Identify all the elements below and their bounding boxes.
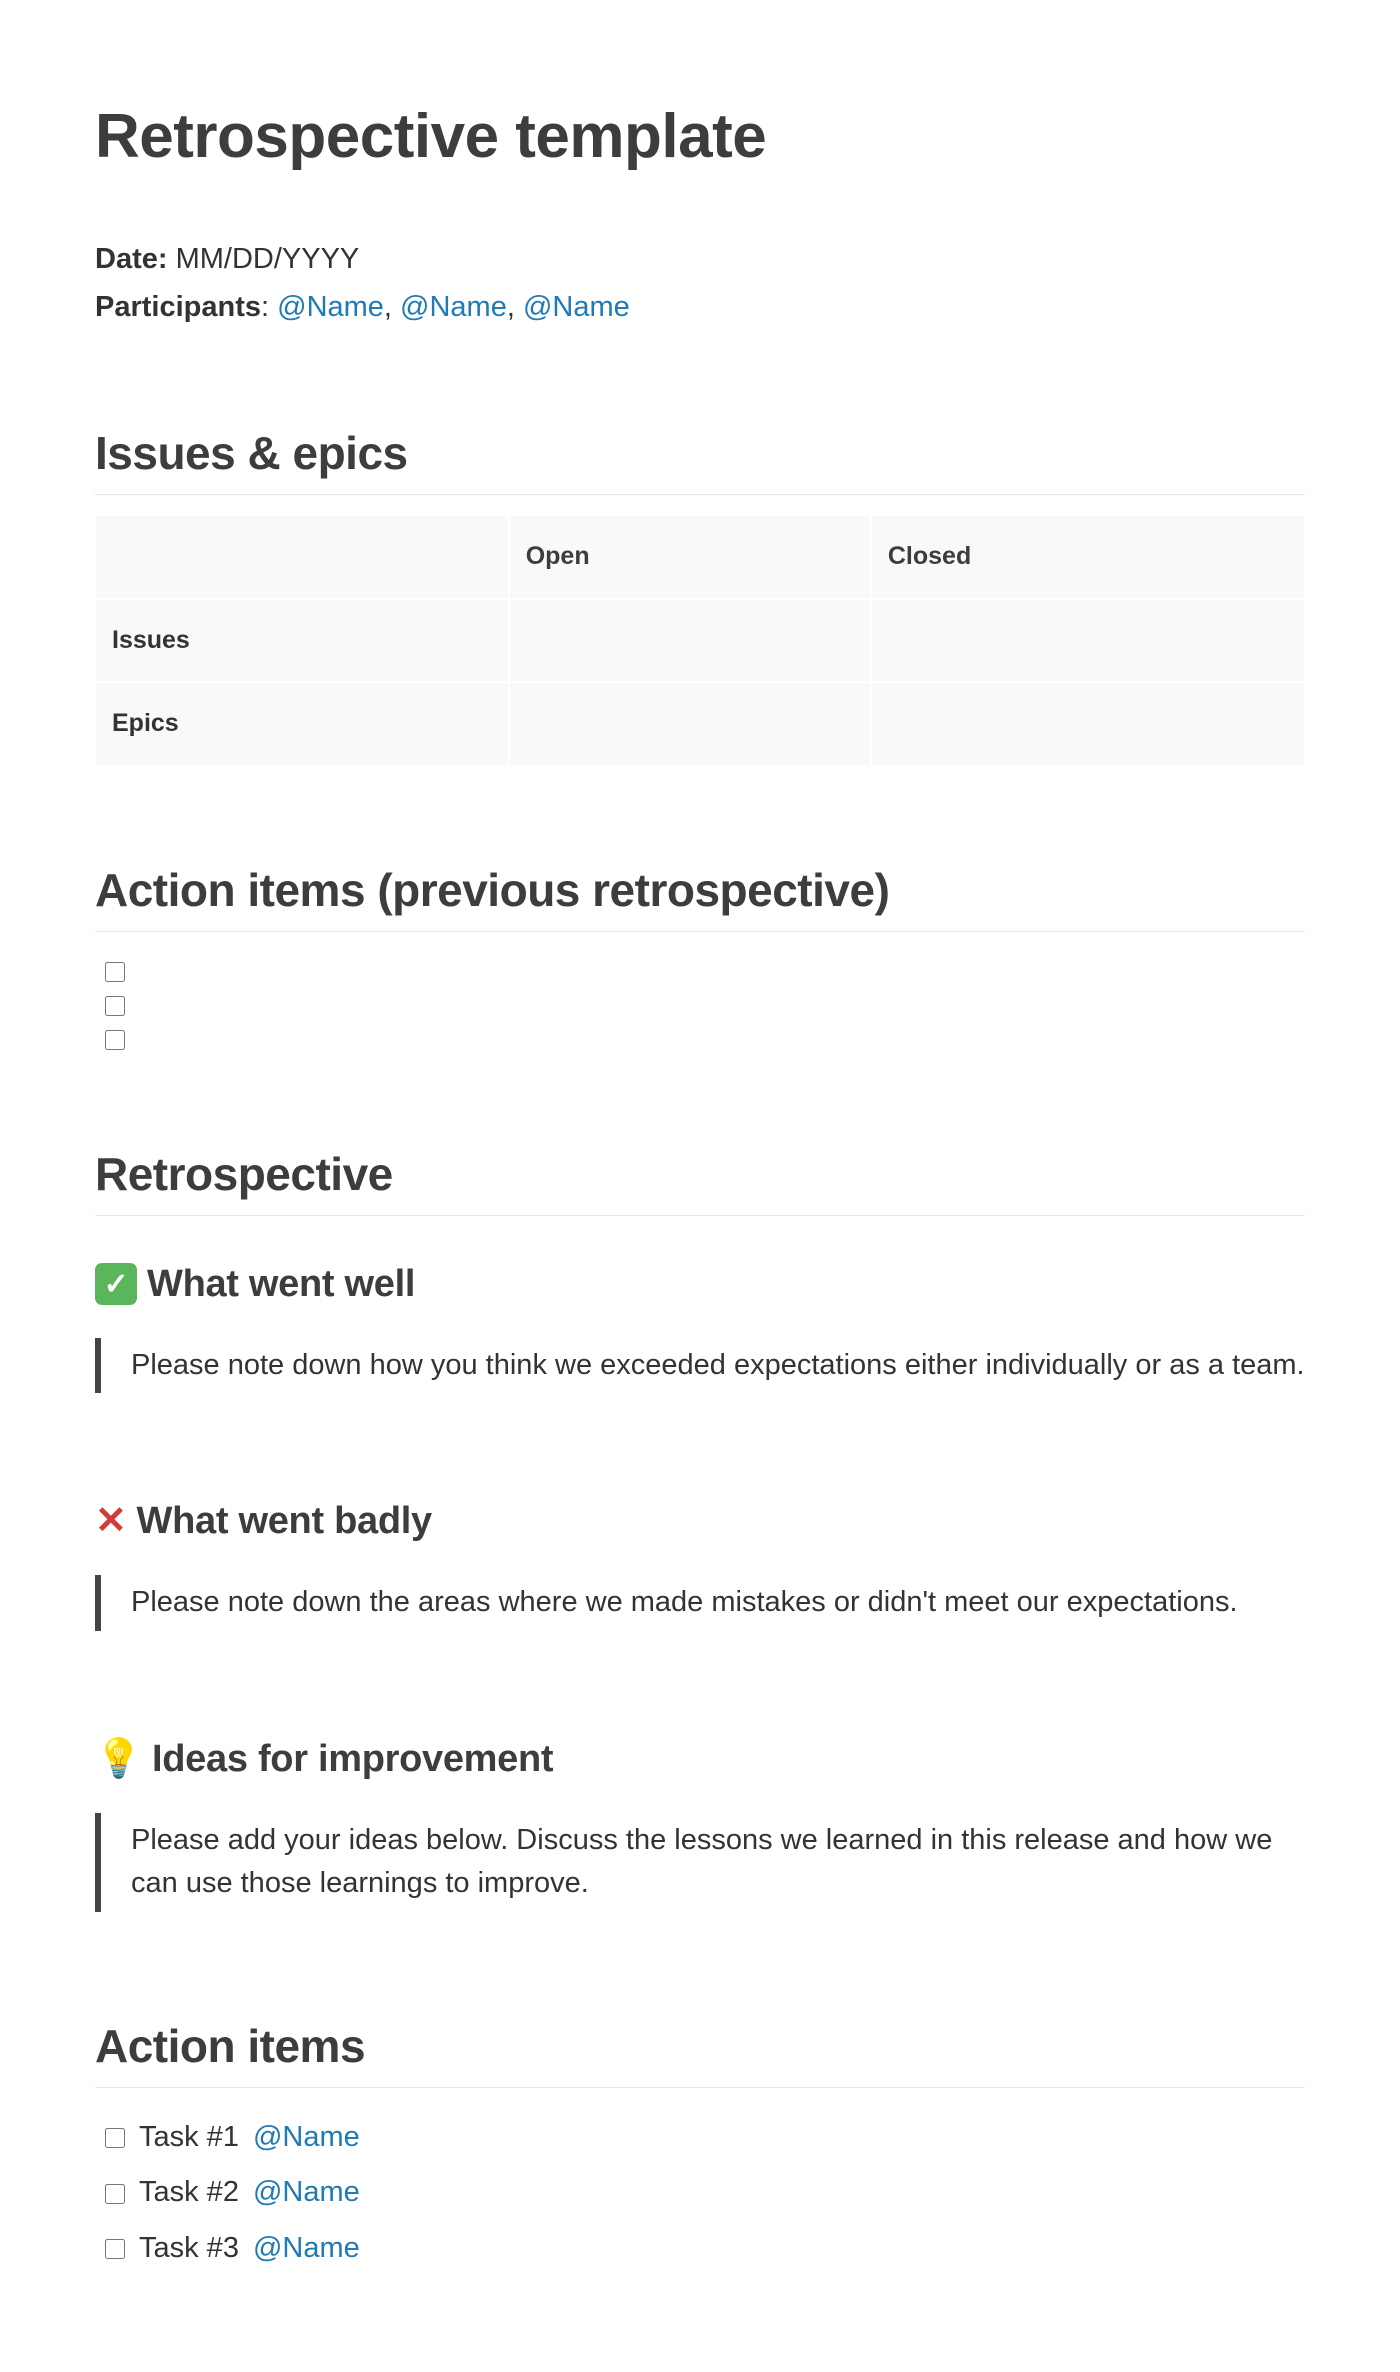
table-cell[interactable] [509,599,871,683]
table-row: Issues [95,599,1305,683]
page-title: Retrospective template [95,90,1305,183]
task-item [105,1028,1305,1050]
task-text: Task #3 [139,2227,239,2271]
went-well-note: Please note down how you think we exceed… [95,1338,1305,1394]
went-badly-note: Please note down the areas where we made… [95,1575,1305,1631]
task-checkbox[interactable] [105,2184,125,2204]
participant-mention[interactable]: @Name [523,291,630,323]
prev-actions-list [95,960,1305,1050]
task-checkbox[interactable] [105,2239,125,2259]
task-item: Task #3 @Name [105,2227,1305,2271]
action-items-list: Task #1 @Name Task #2 @Name Task #3 @Nam… [95,2116,1305,2271]
task-item: Task #2 @Name [105,2171,1305,2215]
task-mention[interactable]: @Name [253,2116,360,2160]
ideas-section: 💡 Ideas for improvement Please add your … [95,1731,1305,1912]
bulb-icon: 💡 [95,1731,142,1788]
task-item [105,960,1305,982]
table-cell[interactable] [871,599,1305,683]
table-header-closed: Closed [871,515,1305,599]
task-text: Task #1 [139,2116,239,2160]
task-mention[interactable]: @Name [253,2227,360,2271]
went-badly-heading: ✕ What went badly [95,1493,1305,1550]
ideas-text: Ideas for improvement [152,1731,553,1788]
prev-actions-heading: Action items (previous retrospective) [95,856,1305,932]
date-value: MM/DD/YYYY [176,243,360,275]
ideas-note: Please add your ideas below. Discuss the… [95,1813,1305,1912]
task-checkbox[interactable] [105,2128,125,2148]
table-header-empty [95,515,509,599]
went-badly-text: What went badly [137,1493,432,1550]
table-row: Epics [95,682,1305,766]
task-checkbox[interactable] [105,1030,125,1050]
table-cell[interactable] [871,682,1305,766]
participant-mention[interactable]: @Name [277,291,384,323]
task-checkbox[interactable] [105,996,125,1016]
went-well-section: ✓ What went well Please note down how yo… [95,1256,1305,1394]
task-checkbox[interactable] [105,962,125,982]
task-item [105,994,1305,1016]
checkmark-icon: ✓ [95,1263,137,1305]
table-row-epics-label: Epics [95,682,509,766]
table-header-row: Open Closed [95,515,1305,599]
task-mention[interactable]: @Name [253,2171,360,2215]
table-cell[interactable] [509,682,871,766]
participant-mention[interactable]: @Name [400,291,507,323]
retrospective-heading: Retrospective [95,1140,1305,1216]
table-header-open: Open [509,515,871,599]
issues-epics-table: Open Closed Issues Epics [95,515,1305,766]
task-text: Task #2 [139,2171,239,2215]
date-label: Date: [95,243,168,275]
date-line: Date: MM/DD/YYYY [95,238,1305,282]
went-badly-section: ✕ What went badly Please note down the a… [95,1493,1305,1631]
went-well-text: What went well [147,1256,415,1313]
table-row-issues-label: Issues [95,599,509,683]
went-well-heading: ✓ What went well [95,1256,1305,1313]
issues-epics-heading: Issues & epics [95,419,1305,495]
participants-label: Participants [95,291,261,323]
ideas-heading: 💡 Ideas for improvement [95,1731,1305,1788]
task-item: Task #1 @Name [105,2116,1305,2160]
action-items-heading: Action items [95,2012,1305,2088]
participants-line: Participants: @Name, @Name, @Name [95,286,1305,330]
cross-icon: ✕ [95,1493,127,1550]
